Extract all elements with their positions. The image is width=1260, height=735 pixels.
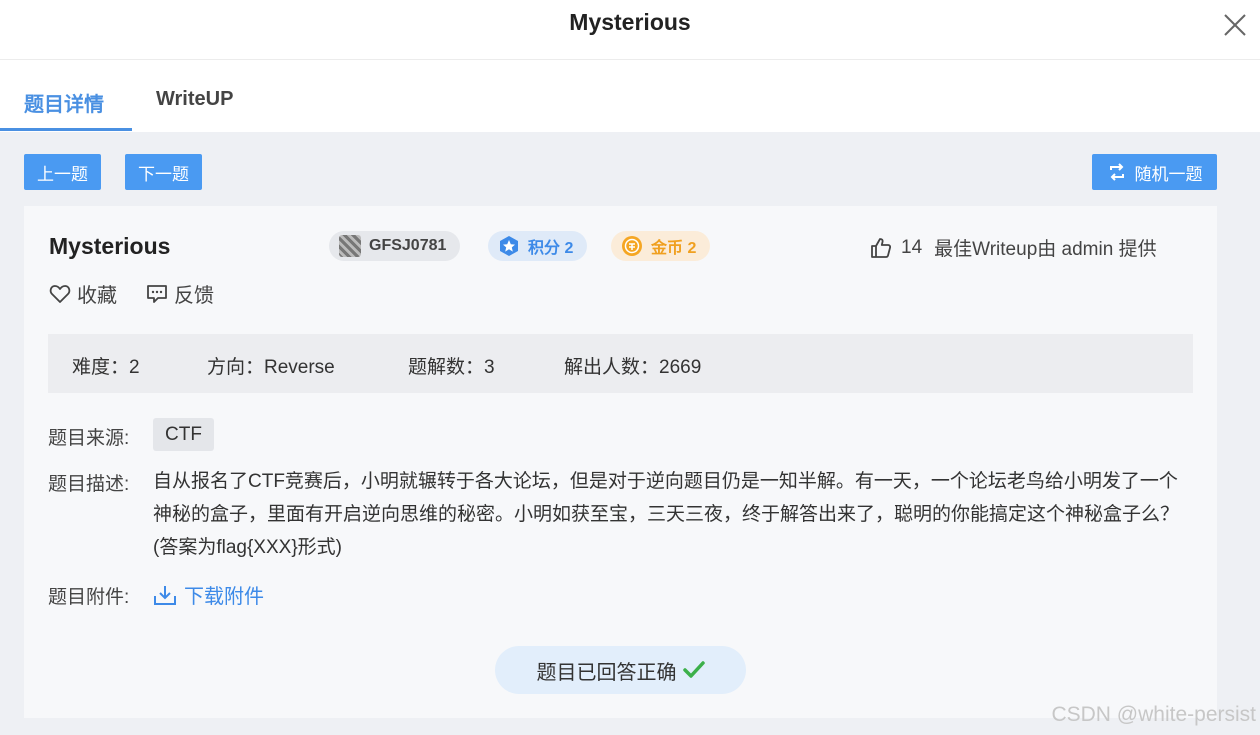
solutions-stat: 题解数：3 [408, 357, 495, 378]
dialog-header: Mysterious [0, 0, 1260, 60]
direction-stat: 方向：Reverse [207, 357, 335, 378]
description-label: 题目描述: [48, 474, 130, 495]
download-icon [154, 585, 176, 605]
source-label: 题目来源: [48, 428, 130, 449]
random-problem-label: 随机一题 [1134, 164, 1203, 184]
watermark: CSDN @white-persist [1051, 703, 1256, 726]
solvers-stat: 解出人数：2669 [564, 357, 702, 378]
coin-text: 金币 2 [651, 240, 697, 257]
source-tag: CTF [153, 418, 214, 451]
coin-badge: 金币 2 [611, 231, 711, 261]
favorite-button[interactable]: 收藏 [49, 279, 117, 308]
tab-problem-details[interactable]: 题目详情 [24, 88, 104, 117]
heart-icon [49, 284, 71, 303]
feedback-label: 反馈 [174, 285, 214, 307]
problem-title: Mysterious [49, 233, 171, 259]
answered-text: 题目已回答正确 [536, 661, 677, 684]
difficulty-stat: 难度：2 [72, 357, 140, 378]
likes-area: 14 最佳Writeup由 admin 提供 [869, 234, 1157, 261]
feedback-icon [147, 284, 167, 303]
download-attachment-link[interactable]: 下载附件 [153, 580, 264, 609]
random-problem-button[interactable]: 随机一题 [1092, 154, 1217, 190]
stats-bar: 难度：2 方向：Reverse 题解数：3 解出人数：2669 [48, 334, 1193, 393]
answered-status: 题目已回答正确 [495, 646, 746, 694]
favorite-label: 收藏 [77, 285, 117, 307]
star-icon [500, 236, 518, 256]
problem-id-text: GFSJ0781 [369, 237, 447, 254]
tab-writeup[interactable]: WriteUP [156, 88, 233, 111]
coin-icon [622, 236, 642, 256]
description-text: 自从报名了CTF竞赛后，小明就辗转于各大论坛，但是对于逆向题目仍是一知半解。有一… [153, 471, 1180, 558]
close-icon[interactable] [1222, 12, 1248, 38]
random-icon [1109, 163, 1124, 181]
feedback-button[interactable]: 反馈 [146, 279, 214, 308]
content-area: 上一题 下一题 随机一题 Mysterious GFSJ0781 积分 2 金币… [0, 132, 1260, 735]
dialog-title: Mysterious [569, 9, 691, 35]
prev-problem-button[interactable]: 上一题 [24, 154, 101, 190]
next-problem-button[interactable]: 下一题 [125, 154, 202, 190]
download-label: 下载附件 [184, 586, 264, 608]
best-writeup-text[interactable]: 最佳Writeup由 admin 提供 [934, 234, 1156, 261]
problem-card: Mysterious GFSJ0781 积分 2 金币 2 14 最佳Write… [24, 206, 1217, 718]
likes-count: 14 [901, 236, 923, 258]
active-tab-indicator [0, 128, 132, 131]
score-badge: 积分 2 [488, 231, 588, 261]
attachment-label: 题目附件: [48, 587, 130, 608]
score-text: 积分 2 [528, 240, 574, 257]
tab-bar: 题目详情 WriteUP [0, 61, 1260, 132]
problem-id-badge: GFSJ0781 [329, 231, 461, 261]
check-icon [682, 661, 705, 678]
thumb-up-icon[interactable] [869, 236, 893, 260]
id-icon [339, 235, 361, 257]
